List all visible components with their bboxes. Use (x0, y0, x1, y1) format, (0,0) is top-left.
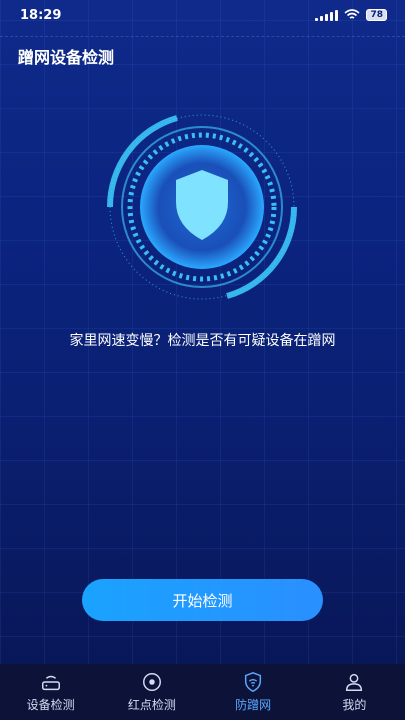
page-title: 蹭网设备检测 (18, 48, 115, 67)
tab-label: 防蹭网 (235, 698, 272, 712)
start-detection-button[interactable]: 开始检测 (82, 579, 323, 621)
battery-icon: 78 (366, 9, 387, 21)
tab-label: 我的 (342, 698, 367, 712)
camera-lens-icon (142, 673, 161, 691)
tab-anti-freeloading[interactable]: 防蹭网 (208, 671, 298, 713)
signal-icon (315, 9, 339, 21)
tab-red-dot-detection[interactable]: 红点检测 (107, 671, 197, 713)
tab-device-detection[interactable]: 设备检测 (6, 671, 96, 713)
router-icon (41, 675, 60, 691)
detection-message: 家里网速变慢？检测是否有可疑设备在蹭网 (69, 333, 336, 349)
tab-label: 设备检测 (26, 698, 75, 712)
shield-wifi-icon (245, 672, 262, 692)
wifi-icon (344, 9, 360, 19)
status-time: 18:29 (20, 7, 62, 23)
radar-scanner (106, 114, 298, 300)
tab-label: 红点检测 (127, 698, 176, 712)
status-icons: 78 (315, 9, 387, 21)
status-bar: 18:29 78 (0, 0, 405, 30)
bottom-tab-bar: 设备检测 红点检测 防蹭网 我的 (0, 664, 405, 720)
tab-mine[interactable]: 我的 (309, 671, 399, 713)
user-icon (346, 673, 363, 691)
